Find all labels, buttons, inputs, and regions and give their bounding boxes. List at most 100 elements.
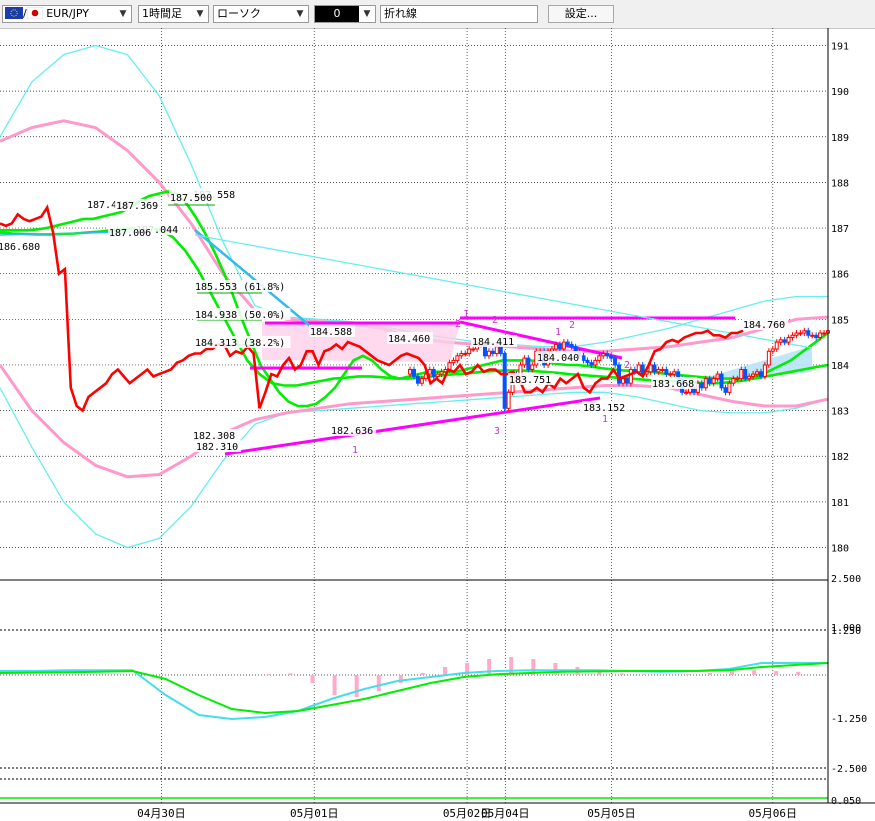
candle-body [463,353,468,356]
y-tick-label: 191 [831,42,849,53]
candle-body [755,371,760,375]
macd-histogram-bar [707,673,712,675]
candle-body [751,373,756,377]
eu-flag-icon [5,7,23,19]
price-annotation: 182.636 [331,426,373,437]
candle-body [412,369,416,377]
bb-lower-outer-line [0,387,829,549]
candle-body [660,369,665,372]
overlay-select[interactable]: 0 ▼ [314,5,376,23]
price-annotation: 185.553 (61.8%) [195,282,285,293]
candle-body [530,364,535,371]
macd-tick-label: 1.250 [831,626,861,637]
timeframe-select[interactable]: 1時間足 ▼ [138,5,209,23]
price-annotation: 183.668 [652,379,694,390]
price-annotation: 182.310 [196,442,238,453]
macd-histogram-bar [420,673,425,675]
chevron-down-icon: ▼ [363,9,371,19]
candle-body [739,369,744,380]
candle-body [589,362,594,366]
candle-body [715,373,720,380]
price-annotation: 184.760 [743,320,785,331]
candle-body [810,334,815,337]
toolbar: / EUR/JPY ▼ 1時間足 ▼ ローソク ▼ 0 ▼ 折れ線 設定... [0,0,875,29]
candle-body [439,371,444,375]
candle-body [762,364,767,377]
macd-histogram-bar [398,675,403,683]
y-tick-label: 182 [831,452,849,463]
settings-button[interactable]: 設定... [548,5,614,23]
macd-histogram-bar [487,659,492,675]
candle-body [573,346,578,352]
candle-body [605,353,610,357]
x-tick-label: 05月04日 [481,807,530,820]
candle-body [550,348,554,352]
candle-body [601,353,606,357]
candle-body [435,373,440,377]
candle-body [735,378,740,381]
symbol-select[interactable]: / EUR/JPY ▼ [2,5,132,23]
candle-body [794,332,799,336]
candle-body [703,378,708,389]
macd-histogram-bar [752,670,757,675]
candle-body [455,355,460,361]
candle-body [711,378,716,384]
candle-body [770,348,775,352]
macd-histogram-bar [442,667,447,675]
candle-body [818,332,823,339]
candle-body [522,357,527,366]
x-tick-label: 05月06日 [749,807,798,820]
trendline-support [224,396,601,456]
macd-panel [0,657,829,721]
candle-body [467,348,472,355]
line-type-field[interactable]: 折れ線 [380,5,538,23]
candle-body [557,343,562,350]
candle-body [561,341,566,350]
candle-body [802,330,807,334]
candle-body [806,330,811,336]
symbol-label: EUR/JPY [46,7,89,20]
macd-histogram-bar [266,674,271,675]
candle-body [766,350,771,366]
y-tick-label: 181 [831,498,849,509]
macd-histogram-bar [619,673,624,675]
price-annotation: 184.040 [537,353,579,364]
x-tick-label: 05月05日 [587,807,636,820]
y-tick-label: 183 [831,407,849,418]
price-annotation: 183.152 [583,403,625,414]
candle-body [798,332,803,335]
candle-body [553,343,558,350]
price-annotation: 187.369 [116,201,158,212]
candle-body [719,373,724,389]
chevron-down-icon: ▼ [196,9,204,19]
candle-body [617,364,622,384]
candle-body [565,341,570,345]
y-tick-label: 180 [831,544,849,555]
chart-style-select[interactable]: ローソク ▼ [213,5,309,23]
candle-body [451,359,456,364]
chart-area[interactable]: 187.416187.369187.044187.006187.558187.5… [0,28,875,821]
candle-body [774,341,779,350]
candle-body [427,369,432,375]
timeframe-label: 1時間足 [142,7,182,20]
macd-histogram-bar [730,671,735,675]
candle-body [620,378,625,384]
candle-body [506,391,511,409]
candle-body [778,339,783,343]
macd-tick-label: -2.500 [831,764,867,775]
candle-body [628,369,633,384]
macd-histogram-bar [796,671,801,675]
candle-body [408,369,413,375]
jp-flag-icon [26,7,43,19]
candle-body [790,334,795,339]
macd-histogram-bar [641,674,646,675]
overlay-value: 0 [315,6,359,22]
wave-label: 1 [352,445,358,456]
wave-label: 2 [624,360,630,371]
wave-label: 2 [455,319,461,330]
wave-label: 1 [602,414,608,425]
bb-upper-outer-line [0,44,828,348]
candle-body [486,350,491,357]
candle-body [814,334,819,339]
candle-body [743,369,748,380]
